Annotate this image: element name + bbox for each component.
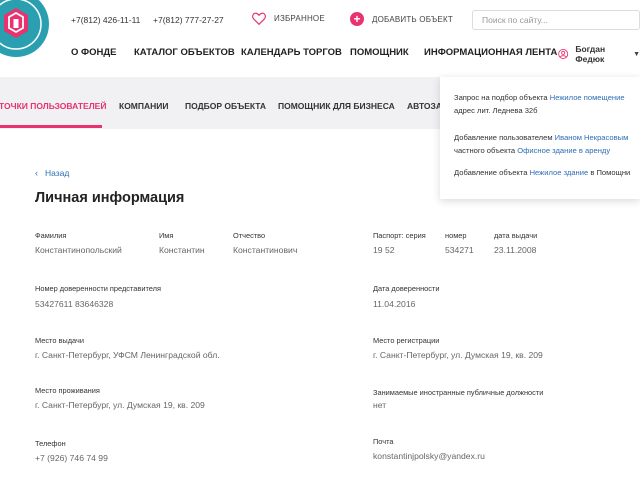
add-object-button[interactable]: + ДОБАВИТЬ ОБЪЕКТ <box>350 12 453 26</box>
active-tab-indicator <box>0 125 102 128</box>
poa-date-label: Дата доверенности <box>373 284 440 293</box>
back-label: Назад <box>45 168 70 178</box>
poa-number-label: Номер доверенности представителя <box>35 284 161 293</box>
surname-label: Фамилия <box>35 231 67 240</box>
chevron-left-icon: ‹ <box>35 168 38 178</box>
page-title: Личная информация <box>35 190 185 206</box>
registration-value: г. Санкт-Петербург, ул. Думская 19, кв. … <box>373 350 543 360</box>
add-object-label: ДОБАВИТЬ ОБЪЕКТ <box>372 14 453 24</box>
back-link[interactable]: ‹ Назад <box>35 168 69 178</box>
chevron-down-icon: ▼ <box>633 50 640 58</box>
tab-object-selection[interactable]: ПОДБОР ОБЪЕКТА <box>185 101 266 111</box>
plus-icon: + <box>350 12 364 26</box>
notification-link[interactable]: Нежилое помещение <box>550 93 625 102</box>
public-positions-label: Занимаемые иностранные публичные должнос… <box>373 388 544 397</box>
public-positions-value: нет <box>373 400 387 410</box>
notification-link[interactable]: Иваном Некрасовым <box>555 133 629 142</box>
notification-item[interactable]: Добавление объекта Нежилое здание в Помо… <box>454 166 630 179</box>
user-name: Богдан Федюк <box>575 44 606 64</box>
issue-date-value: 23.11.2008 <box>494 245 537 255</box>
header: +7(812) 426-11-11 +7(812) 777-27-27 ИЗБР… <box>0 0 640 76</box>
tab-auto[interactable]: АВТОЗА <box>407 101 442 111</box>
nav-item-assistant[interactable]: ПОМОЩНИК <box>350 47 409 58</box>
phone-2[interactable]: +7(812) 777-27-27 <box>153 15 224 25</box>
nav-item-news-feed[interactable]: ИНФОРМАЦИОННАЯ ЛЕНТА <box>424 47 557 58</box>
issue-place-value: г. Санкт-Петербург, УФСМ Ленинградской о… <box>35 350 220 360</box>
tab-business-assistant[interactable]: ПОМОЩНИК ДЛЯ БИЗНЕСА <box>278 101 395 111</box>
passport-number-value: 534271 <box>445 245 474 255</box>
nav-item-about[interactable]: О ФОНДЕ <box>71 47 117 58</box>
favorites-label: ИЗБРАННОЕ <box>274 14 325 23</box>
name-value: Константин <box>159 245 205 255</box>
notification-link[interactable]: Офисное здание в аренду <box>517 146 610 155</box>
passport-number-label: номер <box>445 231 467 240</box>
tab-user-points[interactable]: ТОЧКИ ПОЛЬЗОВАТЕЛЕЙ <box>0 101 106 111</box>
notification-item[interactable]: Запрос на подбор объекта Нежилое помещен… <box>454 91 625 117</box>
heart-icon <box>252 12 266 25</box>
email-label: Почта <box>373 437 394 446</box>
phone-value: +7 (926) 746 74 99 <box>35 453 108 463</box>
passport-series-value: 19 52 <box>373 245 395 255</box>
favorites-link[interactable]: ИЗБРАННОЕ <box>252 12 325 25</box>
tab-companies[interactable]: КОМПАНИИ <box>119 101 169 111</box>
patronymic-label: Отчество <box>233 231 266 240</box>
search-input[interactable] <box>472 10 640 30</box>
user-menu[interactable]: Богдан Федюк ▼ <box>558 44 640 64</box>
user-icon <box>558 49 569 59</box>
logo-icon[interactable] <box>0 0 50 68</box>
email-value: konstantinjpolsky@yandex.ru <box>373 451 485 461</box>
registration-label: Место регистрации <box>373 336 440 345</box>
issue-place-label: Место выдачи <box>35 336 84 345</box>
patronymic-value: Константинович <box>233 245 298 255</box>
notifications-dropdown: Запрос на подбор объекта Нежилое помещен… <box>440 77 640 199</box>
residence-value: г. Санкт-Петербург, ул. Думская 19, кв. … <box>35 400 205 410</box>
surname-value: Константинопольский <box>35 245 122 255</box>
nav-item-catalog[interactable]: КАТАЛОГ ОБЪЕКТОВ <box>134 47 235 58</box>
nav-item-calendar[interactable]: КАЛЕНДАРЬ ТОРГОВ <box>241 47 342 58</box>
notification-item[interactable]: Добавление пользователем Иваном Некрасов… <box>454 131 628 157</box>
phone-1[interactable]: +7(812) 426-11-11 <box>71 15 140 25</box>
notification-link[interactable]: Нежилое здание <box>530 168 589 177</box>
name-label: Имя <box>159 231 174 240</box>
residence-label: Место проживания <box>35 386 100 395</box>
phone-label: Телефон <box>35 439 66 448</box>
issue-date-label: дата выдачи <box>494 231 538 240</box>
poa-date-value: 11.04.2016 <box>373 299 416 309</box>
passport-series-label: Паспорт: серия <box>373 231 426 240</box>
poa-number-value: 53427611 83646328 <box>35 299 114 309</box>
